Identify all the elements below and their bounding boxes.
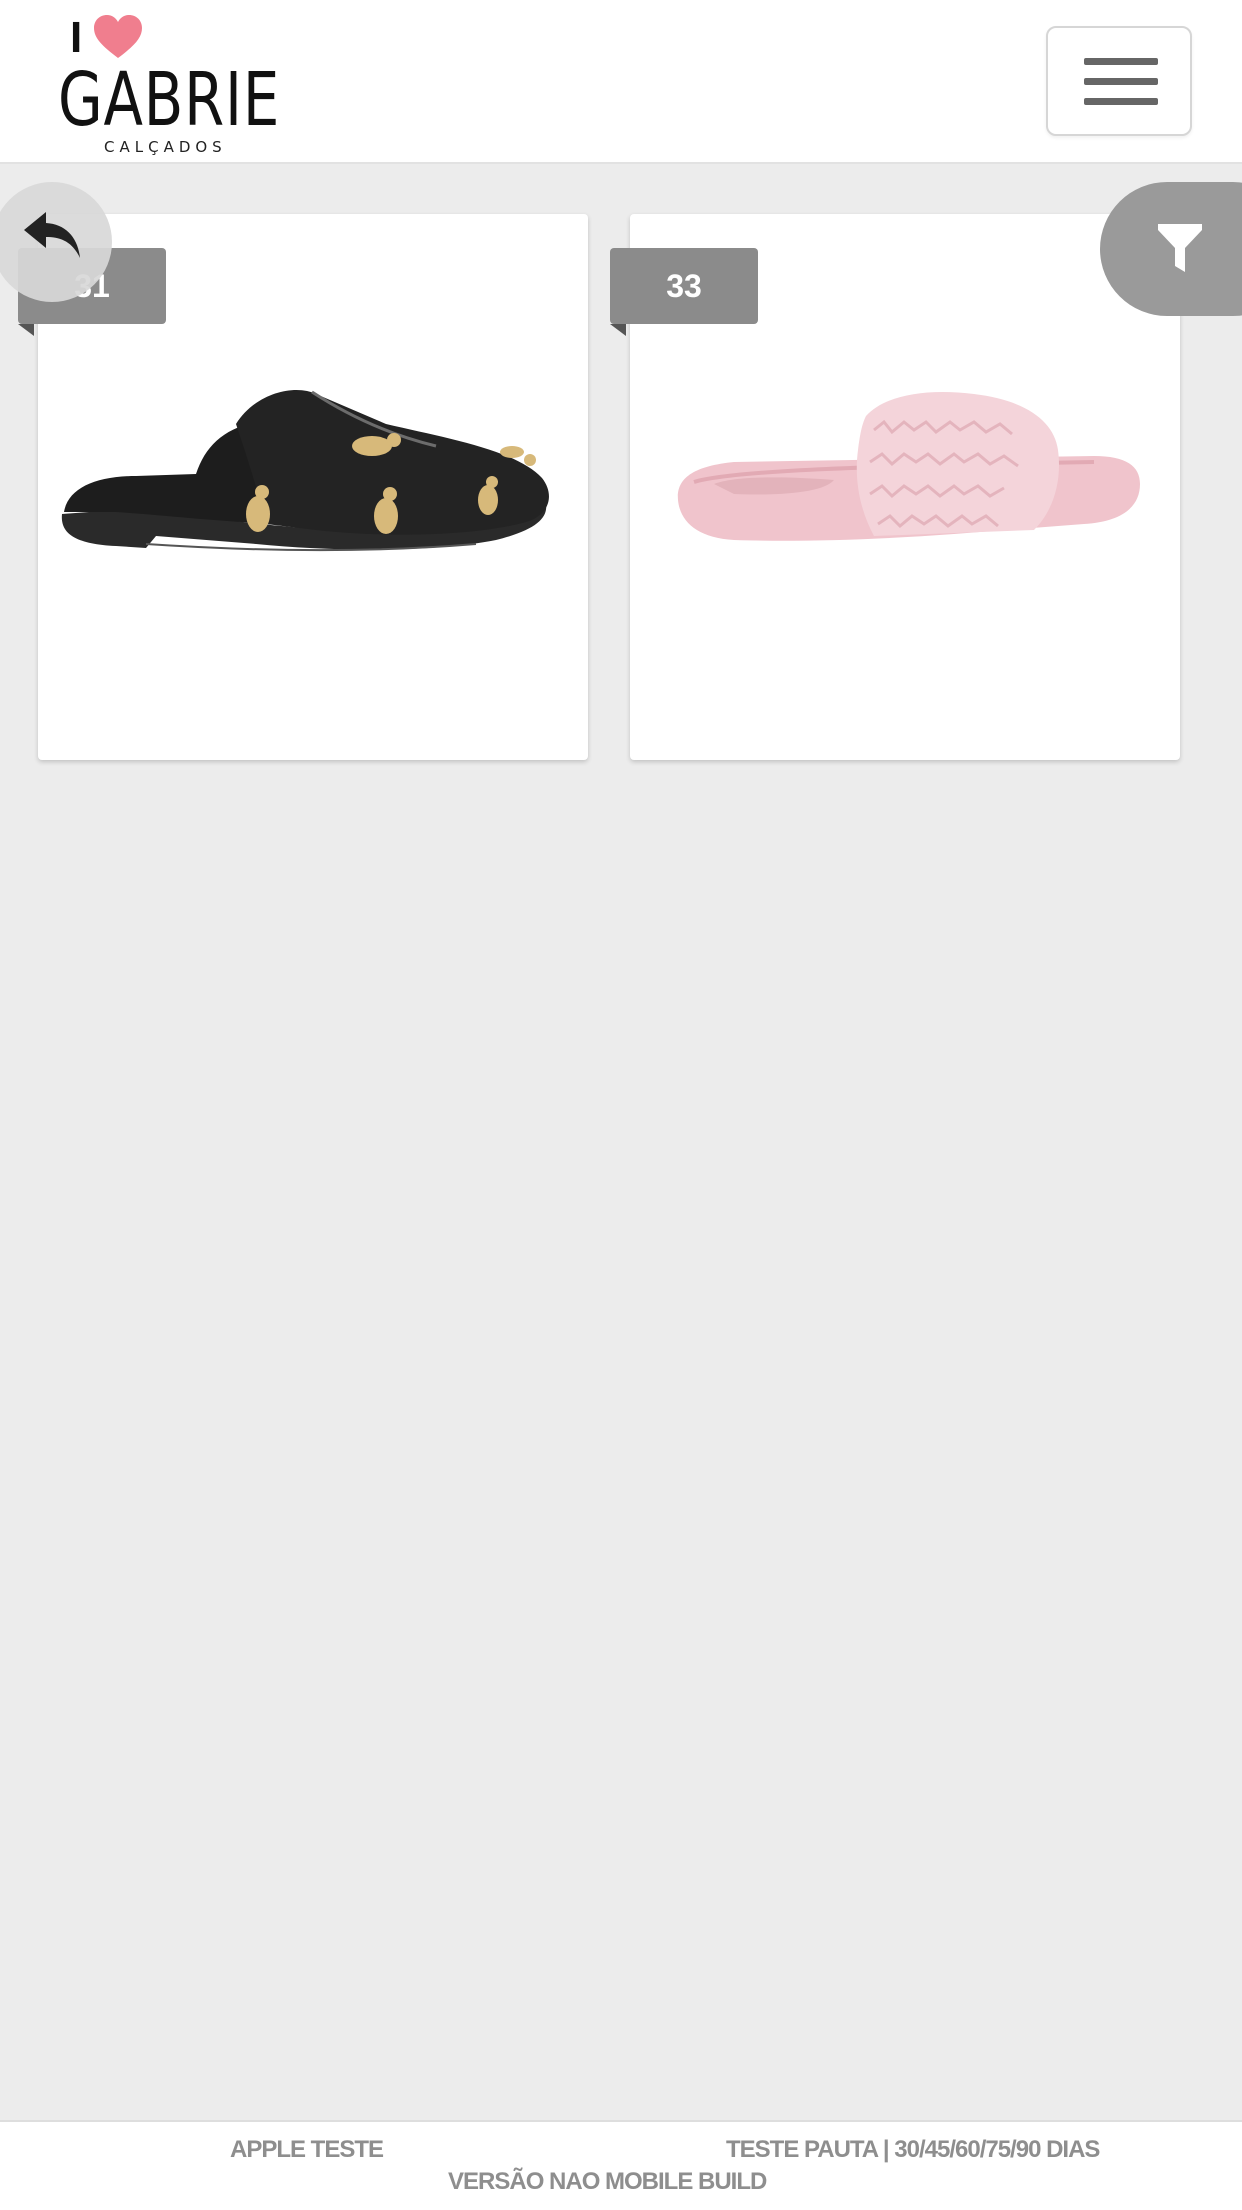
footer-payment-terms: TESTE PAUTA | 30/45/60/75/90 DIAS	[726, 2136, 1100, 2163]
undo-arrow-icon	[24, 212, 80, 258]
hamburger-icon-bar	[1084, 78, 1158, 85]
footer-store-name: APPLE TESTE	[230, 2136, 384, 2163]
filter-funnel-icon	[1158, 224, 1202, 272]
heart-icon	[94, 15, 142, 58]
hamburger-icon	[1084, 58, 1158, 65]
size-badge: 33	[610, 248, 758, 336]
hamburger-icon-bar	[1084, 98, 1158, 105]
filter-button[interactable]	[1100, 182, 1242, 316]
brand-logo[interactable]: I GABRIE CALÇADOS	[56, 13, 286, 156]
footer-bar: APPLE TESTE TESTE PAUTA | 30/45/60/75/90…	[0, 2120, 1242, 2210]
footer-version: VERSÃO NAO MOBILE BUILD	[448, 2168, 767, 2195]
product-image	[61, 389, 549, 552]
logo-letter-i: I	[70, 13, 83, 62]
logo-wordmark: GABRIE	[58, 57, 281, 143]
logo-subtitle: CALÇADOS	[104, 138, 227, 156]
product-image	[677, 392, 1140, 541]
app-header: I GABRIE CALÇADOS	[0, 0, 1242, 164]
menu-button[interactable]	[1046, 26, 1192, 136]
